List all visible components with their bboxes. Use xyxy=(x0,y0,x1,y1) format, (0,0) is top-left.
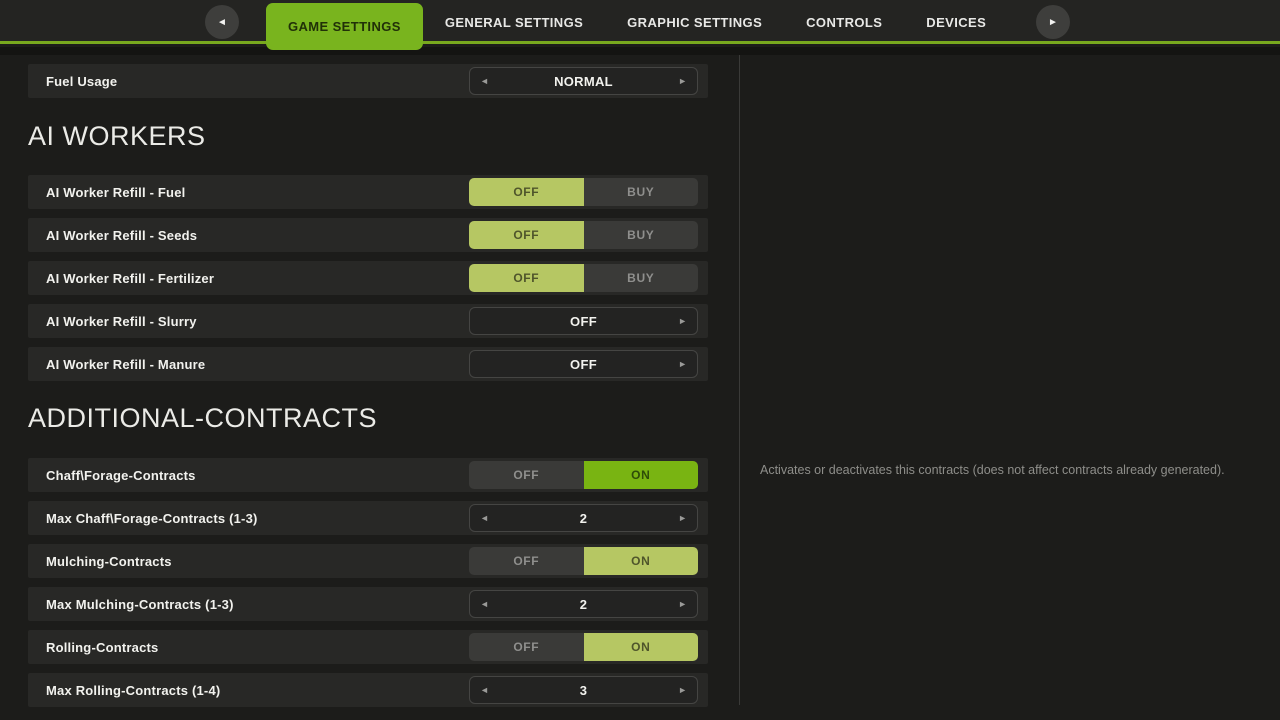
selector-value: OFF xyxy=(470,314,697,329)
toggle-option-off[interactable]: OFF xyxy=(469,633,584,661)
tab-devices[interactable]: DEVICES xyxy=(904,0,1008,44)
toggle-option-off[interactable]: OFF xyxy=(469,547,584,575)
setting-label: Mulching-Contracts xyxy=(46,554,172,569)
stepper-value: 2 xyxy=(470,511,697,526)
setting-label: AI Worker Refill - Seeds xyxy=(46,228,197,243)
chaff-forage-contracts-toggle: OFF ON xyxy=(469,461,698,489)
max-rolling-stepper[interactable]: ◄ 3 ► xyxy=(469,676,698,704)
settings-panel: Fuel Usage ◄ NORMAL ► AI WORKERS AI Work… xyxy=(28,64,708,716)
arrow-right-icon[interactable]: ► xyxy=(678,686,687,695)
tab-graphic-settings[interactable]: GRAPHIC SETTINGS xyxy=(605,0,784,44)
refill-fuel-toggle: OFF BUY xyxy=(469,178,698,206)
settings-screen: ◄ GAME SETTINGS GENERAL SETTINGS GRAPHIC… xyxy=(0,0,1280,720)
setting-help-text: Activates or deactivates this contracts … xyxy=(760,462,1265,478)
refill-seeds-toggle: OFF BUY xyxy=(469,221,698,249)
toggle-option-on[interactable]: ON xyxy=(584,461,699,489)
setting-row-chaff-forage-contracts: Chaff\Forage-Contracts OFF ON xyxy=(28,458,708,492)
refill-slurry-selector[interactable]: ◄ OFF ► xyxy=(469,307,698,335)
toggle-option-off[interactable]: OFF xyxy=(469,461,584,489)
toggle-option-on[interactable]: ON xyxy=(584,633,699,661)
arrow-left-icon[interactable]: ◄ xyxy=(480,600,489,609)
selector-value: NORMAL xyxy=(470,74,697,89)
arrow-right-icon: ► xyxy=(1048,17,1058,28)
max-chaff-forage-stepper[interactable]: ◄ 2 ► xyxy=(469,504,698,532)
setting-row-max-chaff-forage-contracts: Max Chaff\Forage-Contracts (1-3) ◄ 2 ► xyxy=(28,501,708,535)
setting-label: AI Worker Refill - Fuel xyxy=(46,185,185,200)
setting-row-refill-seeds: AI Worker Refill - Seeds OFF BUY xyxy=(28,218,708,252)
tab-controls[interactable]: CONTROLS xyxy=(784,0,904,44)
toggle-option-off[interactable]: OFF xyxy=(469,178,584,206)
setting-label: Max Rolling-Contracts (1-4) xyxy=(46,683,220,698)
stepper-value: 2 xyxy=(470,597,697,612)
max-mulching-stepper[interactable]: ◄ 2 ► xyxy=(469,590,698,618)
toggle-option-off[interactable]: OFF xyxy=(469,264,584,292)
toggle-option-off[interactable]: OFF xyxy=(469,221,584,249)
next-tab-button[interactable]: ► xyxy=(1036,5,1070,39)
arrow-right-icon[interactable]: ► xyxy=(678,600,687,609)
setting-label: AI Worker Refill - Manure xyxy=(46,357,205,372)
setting-row-refill-fertilizer: AI Worker Refill - Fertilizer OFF BUY xyxy=(28,261,708,295)
arrow-left-icon[interactable]: ◄ xyxy=(480,77,489,86)
setting-label: Fuel Usage xyxy=(46,74,117,89)
tab-bar-shadow-strip xyxy=(0,47,1280,55)
toggle-option-buy[interactable]: BUY xyxy=(584,221,699,249)
fuel-usage-selector[interactable]: ◄ NORMAL ► xyxy=(469,67,698,95)
refill-fertilizer-toggle: OFF BUY xyxy=(469,264,698,292)
panel-divider xyxy=(739,55,740,705)
toggle-option-on[interactable]: ON xyxy=(584,547,699,575)
toggle-option-buy[interactable]: BUY xyxy=(584,264,699,292)
setting-row-mulching-contracts: Mulching-Contracts OFF ON xyxy=(28,544,708,578)
arrow-right-icon[interactable]: ► xyxy=(678,77,687,86)
setting-row-max-rolling-contracts: Max Rolling-Contracts (1-4) ◄ 3 ► xyxy=(28,673,708,707)
refill-manure-selector[interactable]: ◄ OFF ► xyxy=(469,350,698,378)
setting-row-refill-slurry: AI Worker Refill - Slurry ◄ OFF ► xyxy=(28,304,708,338)
arrow-left-icon[interactable]: ◄ xyxy=(480,686,489,695)
arrow-right-icon[interactable]: ► xyxy=(678,360,687,369)
tab-game-settings[interactable]: GAME SETTINGS xyxy=(266,3,423,50)
arrow-left-icon: ◄ xyxy=(217,17,227,28)
arrow-left-icon[interactable]: ◄ xyxy=(480,514,489,523)
setting-row-rolling-contracts: Rolling-Contracts OFF ON xyxy=(28,630,708,664)
setting-label: AI Worker Refill - Fertilizer xyxy=(46,271,214,286)
selector-value: OFF xyxy=(470,357,697,372)
toggle-option-buy[interactable]: BUY xyxy=(584,178,699,206)
setting-row-max-mulching-contracts: Max Mulching-Contracts (1-3) ◄ 2 ► xyxy=(28,587,708,621)
section-heading-ai-workers: AI WORKERS xyxy=(28,121,708,151)
setting-label: Chaff\Forage-Contracts xyxy=(46,468,196,483)
section-heading-additional-contracts: ADDITIONAL-CONTRACTS xyxy=(28,403,708,433)
tab-list: GAME SETTINGS GENERAL SETTINGS GRAPHIC S… xyxy=(266,0,1008,44)
setting-label: Max Chaff\Forage-Contracts (1-3) xyxy=(46,511,258,526)
tab-bar: ◄ GAME SETTINGS GENERAL SETTINGS GRAPHIC… xyxy=(0,0,1280,44)
mulching-contracts-toggle: OFF ON xyxy=(469,547,698,575)
setting-row-refill-fuel: AI Worker Refill - Fuel OFF BUY xyxy=(28,175,708,209)
tab-general-settings[interactable]: GENERAL SETTINGS xyxy=(423,0,605,44)
setting-label: Max Mulching-Contracts (1-3) xyxy=(46,597,234,612)
setting-row-refill-manure: AI Worker Refill - Manure ◄ OFF ► xyxy=(28,347,708,381)
stepper-value: 3 xyxy=(470,683,697,698)
arrow-right-icon[interactable]: ► xyxy=(678,317,687,326)
setting-row-fuel-usage: Fuel Usage ◄ NORMAL ► xyxy=(28,64,708,98)
rolling-contracts-toggle: OFF ON xyxy=(469,633,698,661)
arrow-right-icon[interactable]: ► xyxy=(678,514,687,523)
setting-label: Rolling-Contracts xyxy=(46,640,158,655)
setting-label: AI Worker Refill - Slurry xyxy=(46,314,197,329)
prev-tab-button[interactable]: ◄ xyxy=(205,5,239,39)
